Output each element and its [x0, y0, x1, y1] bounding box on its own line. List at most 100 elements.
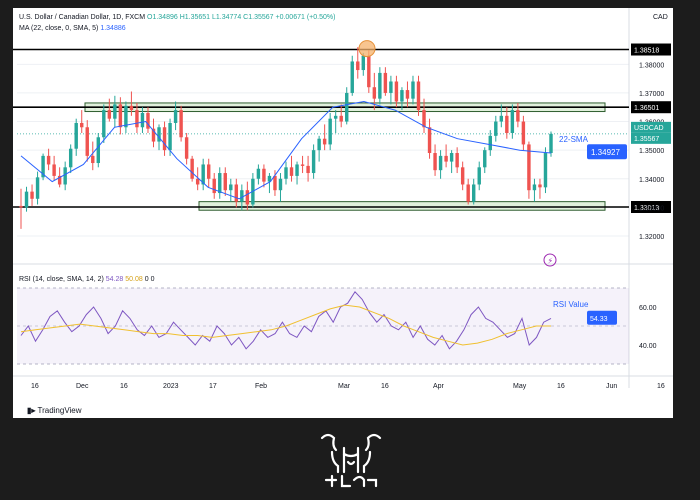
candle-body — [284, 167, 288, 179]
y-tick-label: 1.37000 — [639, 91, 664, 98]
candle-body — [245, 190, 250, 205]
candle-body — [129, 105, 134, 111]
x-tick-label: 16 — [381, 383, 389, 390]
candle-body — [477, 167, 481, 185]
lightning-icon: ⚡ — [548, 257, 554, 266]
x-tick-label: Mar — [338, 383, 351, 390]
candle-body — [494, 121, 498, 136]
y-tick-label: 1.38000 — [639, 62, 664, 69]
swing-high-marker — [358, 40, 376, 58]
candle-body — [179, 110, 183, 138]
ohlc-low: L1.34774 — [212, 14, 242, 21]
candle-body — [168, 122, 172, 151]
ma-annotation: 22-SMA — [559, 135, 589, 144]
candle-body — [416, 81, 421, 111]
candle-body — [372, 87, 377, 99]
candle-body — [74, 122, 78, 149]
candle-body — [532, 184, 537, 191]
candle-body — [63, 167, 67, 185]
x-tick-label: 16 — [120, 383, 128, 390]
candle-body — [184, 137, 189, 159]
candle-body — [422, 110, 426, 128]
candle-body — [113, 104, 117, 119]
candle-body — [223, 173, 227, 191]
ohlc-high: H1.35651 — [179, 14, 211, 21]
candle-body — [356, 61, 360, 71]
rsi-value-label: 54.33 — [590, 316, 608, 323]
candle-body — [505, 115, 509, 133]
candle-body — [499, 115, 504, 122]
candle-body — [262, 168, 266, 182]
candle-body — [322, 138, 327, 145]
brand-logo-icon — [320, 433, 382, 488]
candle-body — [102, 110, 106, 138]
chart-canvas: 1.385181.365011.3301322-SMA1.34927⚡1.320… — [13, 8, 673, 390]
candle-body — [273, 175, 277, 191]
ma-label: MA (22, close, 0, SMA, 5) — [19, 25, 99, 32]
candle-body — [400, 90, 404, 102]
candle-body — [80, 122, 84, 128]
chart-card: 1.38518 1.36501 1.33013 22-SMA 1.34927 ⚡ 1.320… — [13, 8, 673, 418]
tradingview-logo[interactable]: ▮▸ TradingView — [27, 406, 82, 415]
candle-body — [190, 158, 194, 179]
candle-body — [107, 110, 112, 119]
candle-body — [543, 153, 548, 188]
candle-body — [383, 72, 388, 93]
x-tick-label: 16 — [657, 383, 665, 390]
rsi-annotation: RSI Value — [553, 300, 589, 309]
tv-mark-icon: ▮▸ — [27, 406, 36, 415]
candle-body — [173, 110, 178, 123]
tradingview-label: TradingView — [37, 406, 82, 415]
rsi-ma-value: 50.08 — [125, 276, 143, 283]
x-tick-label: Apr — [433, 383, 445, 390]
candle-body — [162, 127, 167, 151]
rsi-extra: 0 0 — [144, 276, 155, 283]
candle-body — [240, 190, 244, 202]
candle-body — [206, 164, 211, 179]
candle-body — [278, 178, 283, 191]
sr-zone — [198, 201, 606, 211]
symbol-header: U.S. Dollar / Canadian Dollar, 1D, FXCM … — [19, 14, 335, 21]
candle-body — [91, 155, 95, 164]
candle-body — [289, 167, 294, 176]
y-tick-label: 1.34000 — [639, 177, 664, 184]
x-tick-label: Feb — [255, 383, 267, 390]
candle-body — [444, 155, 448, 162]
candle-body — [483, 150, 487, 168]
candle-body — [311, 150, 316, 174]
candle-body — [438, 155, 443, 171]
candle-body — [317, 138, 321, 151]
candle-body — [471, 184, 476, 202]
candle-body — [455, 153, 459, 168]
ma-value: 1.34886 — [100, 25, 126, 32]
candle-body — [300, 164, 305, 166]
candle-body — [389, 81, 393, 93]
candle-body — [521, 121, 526, 145]
candle-body — [361, 55, 366, 71]
candle-body — [411, 81, 415, 99]
candle-body — [118, 104, 123, 128]
candle-body — [19, 205, 23, 208]
candle-body — [68, 148, 73, 168]
x-tick-label: 17 — [209, 383, 217, 390]
ma-value-label: 1.34927 — [591, 148, 620, 157]
ma-header: MA (22, close, 0, SMA, 5) 1.34886 — [19, 25, 126, 32]
y-tick-label: 1.32000 — [639, 234, 664, 241]
candle-body — [295, 164, 299, 176]
candle-body — [333, 115, 338, 119]
candle-body — [433, 153, 437, 171]
candle-body — [345, 92, 349, 122]
candle-body — [140, 112, 145, 128]
y-tick-label: 1.33000 — [639, 205, 664, 212]
candle-body — [516, 110, 520, 122]
candle-body — [218, 173, 222, 194]
level-label: 1.38518 — [634, 48, 659, 55]
candle-body — [52, 164, 56, 176]
candle-body — [85, 127, 89, 156]
price-tag-label: 1.35567 — [634, 136, 659, 143]
candle-body — [378, 72, 382, 99]
currency-label: CAD — [653, 14, 668, 21]
candle-body — [510, 110, 515, 133]
candle-body — [124, 105, 128, 128]
ohlc-close: C1.35567 — [243, 14, 274, 21]
